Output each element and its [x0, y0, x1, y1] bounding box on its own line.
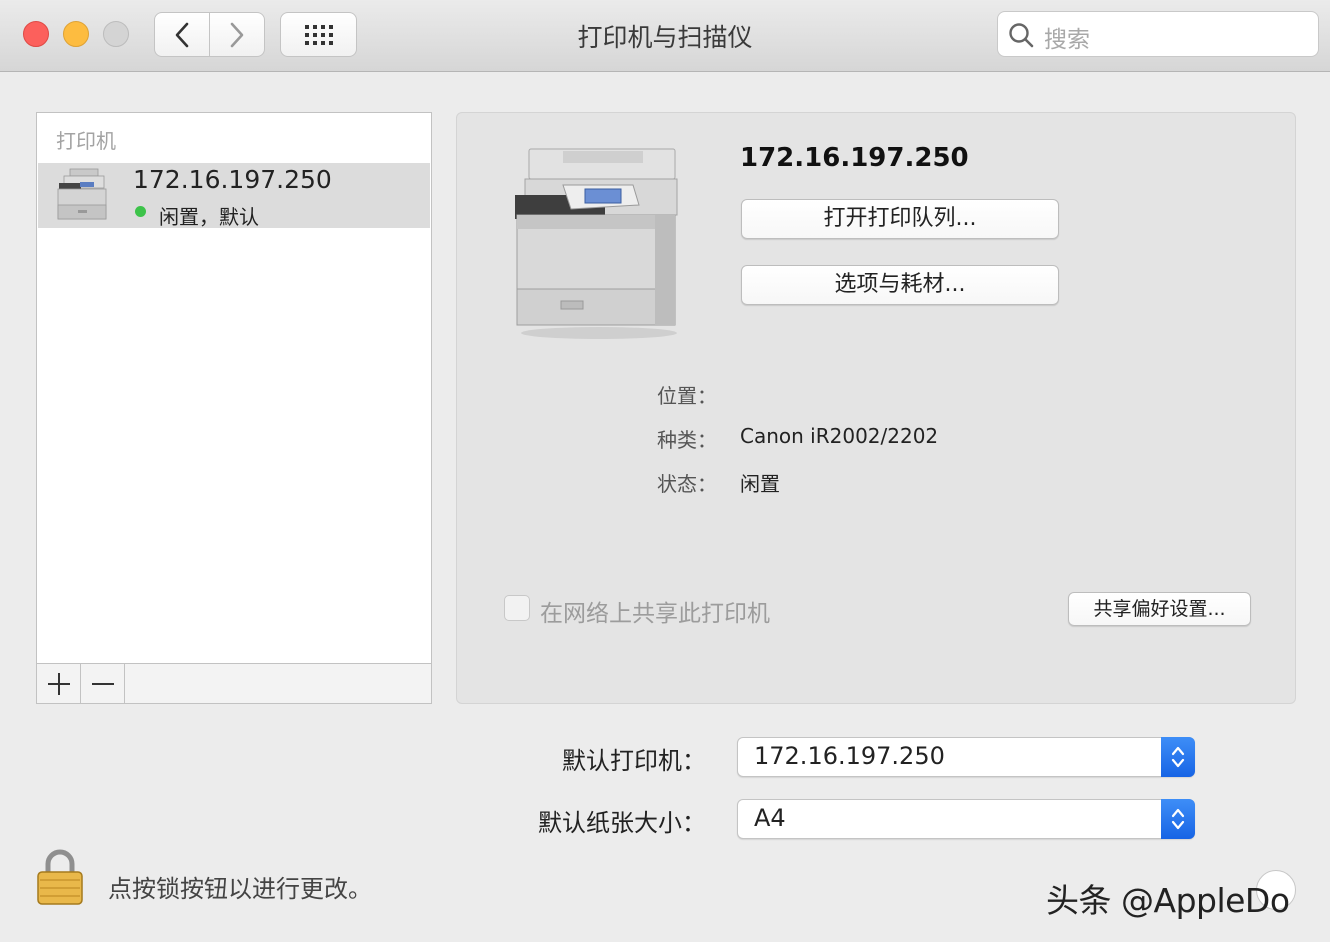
search-field[interactable]: 搜索 — [997, 11, 1319, 57]
status-value: 闲置 — [740, 472, 780, 496]
watermark-text: 头条 @AppleDo — [1046, 881, 1290, 920]
printer-name: 172.16.197.250 — [133, 165, 332, 194]
printer-list-header: 打印机 — [56, 129, 116, 153]
printer-list-toolbar — [37, 663, 431, 704]
updown-chevron-icon — [1161, 737, 1195, 777]
remove-printer-button[interactable] — [81, 664, 125, 704]
default-printer-value: 172.16.197.250 — [754, 742, 945, 770]
default-paper-value: A4 — [754, 804, 786, 832]
title-bar: 打印机与扫描仪 搜索 — [0, 0, 1330, 72]
printer-thumbnail-icon — [57, 168, 107, 220]
lock-icon[interactable] — [36, 848, 84, 906]
search-placeholder: 搜索 — [1044, 27, 1090, 53]
options-supplies-button[interactable]: 选项与耗材... — [741, 265, 1059, 305]
printer-image-icon — [515, 148, 678, 339]
default-paper-select[interactable]: A4 — [737, 799, 1195, 839]
search-icon — [1009, 23, 1034, 48]
sharing-preferences-button[interactable]: 共享偏好设置... — [1068, 592, 1251, 626]
printer-detail-panel: 172.16.197.250 打开打印队列... 选项与耗材... 位置： 种类… — [456, 112, 1296, 704]
plus-icon — [47, 673, 70, 695]
status-label: 状态： — [657, 472, 717, 496]
printer-list: 打印机 172.16.197.250 闲置，默认 — [36, 112, 432, 704]
location-label: 位置： — [657, 384, 717, 408]
share-printer-checkbox[interactable] — [504, 595, 530, 621]
share-printer-label: 在网络上共享此打印机 — [540, 601, 770, 627]
printer-list-item[interactable]: 172.16.197.250 闲置，默认 — [38, 163, 430, 229]
updown-chevron-icon — [1161, 799, 1195, 839]
kind-value: Canon iR2002/2202 — [740, 424, 939, 448]
kind-label: 种类： — [657, 428, 717, 452]
default-printer-select[interactable]: 172.16.197.250 — [737, 737, 1195, 777]
status-dot-icon — [135, 206, 146, 217]
default-paper-label: 默认纸张大小： — [538, 809, 706, 837]
printer-status: 闲置，默认 — [159, 205, 259, 229]
add-printer-button[interactable] — [37, 664, 81, 704]
default-printer-label: 默认打印机： — [562, 747, 706, 775]
open-print-queue-button[interactable]: 打开打印队列... — [741, 199, 1059, 239]
lock-message: 点按锁按钮以进行更改。 — [108, 875, 372, 903]
printer-detail-name: 172.16.197.250 — [740, 143, 969, 173]
minus-icon — [91, 683, 114, 685]
